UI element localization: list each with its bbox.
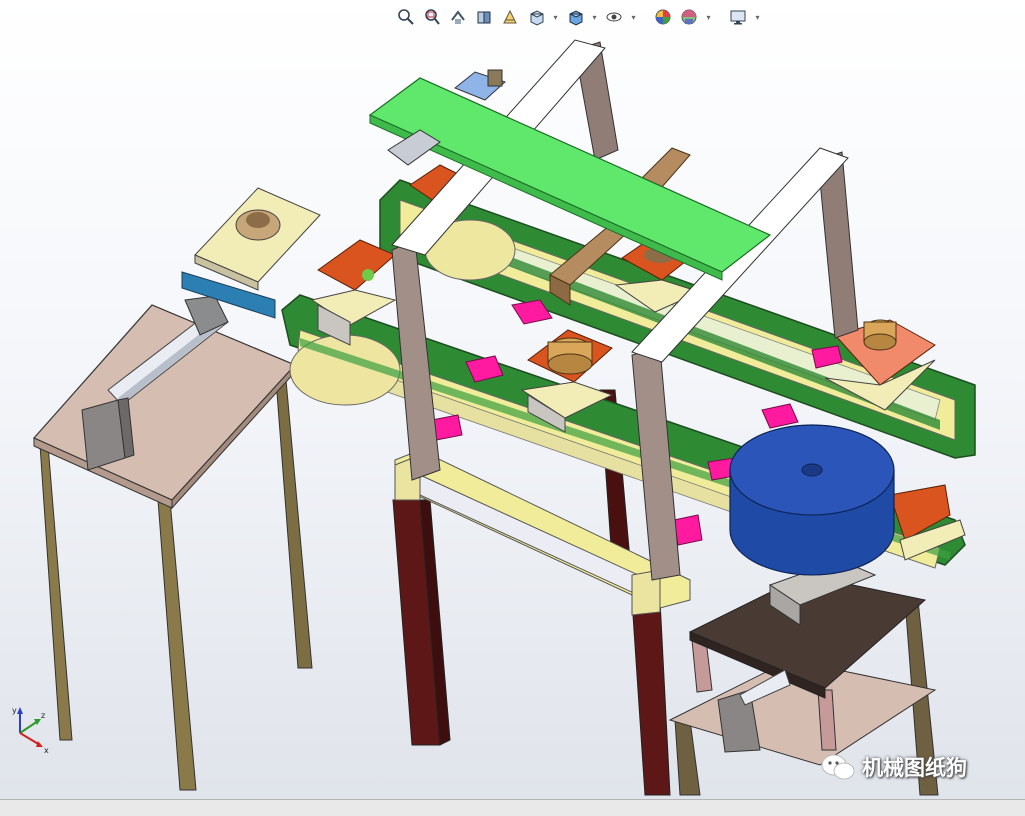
triad-x-axis [19,732,41,746]
coordinate-triad: x y z [8,705,58,759]
previous-view-icon[interactable] [447,6,469,28]
section-view-icon[interactable] [473,6,495,28]
triad-z-label: z [41,711,45,720]
hide-show-items-icon[interactable] [603,6,625,28]
model-viewport[interactable] [0,0,1025,800]
assembly-model [33,39,976,796]
view-orientation-icon[interactable] [525,6,547,28]
left-table [33,304,313,791]
apply-scene-dropdown[interactable]: ▾ [704,6,713,28]
zoom-to-area-icon[interactable] [421,6,443,28]
apply-scene-icon[interactable] [678,6,700,28]
hide-show-items-dropdown[interactable]: ▾ [629,6,638,28]
view-toolbar: ▾ ▾ ▾ ▾ ▾ [395,4,762,30]
triad-z-axis [19,720,39,734]
wechat-icon [821,754,855,780]
view-settings-icon[interactable] [727,6,749,28]
status-bar [0,799,1025,816]
triad-y-label: y [12,706,17,715]
display-style-icon[interactable] [564,6,586,28]
triad-x-label: x [44,746,49,755]
zoom-to-fit-icon[interactable] [395,6,417,28]
view-settings-dropdown[interactable]: ▾ [753,6,762,28]
watermark: 机械图纸狗 [820,752,967,782]
watermark-text: 机械图纸狗 [862,756,967,780]
view-orientation-dropdown[interactable]: ▾ [551,6,560,28]
dynamic-annotation-view-icon[interactable] [499,6,521,28]
display-style-dropdown[interactable]: ▾ [590,6,599,28]
edit-appearance-icon[interactable] [652,6,674,28]
